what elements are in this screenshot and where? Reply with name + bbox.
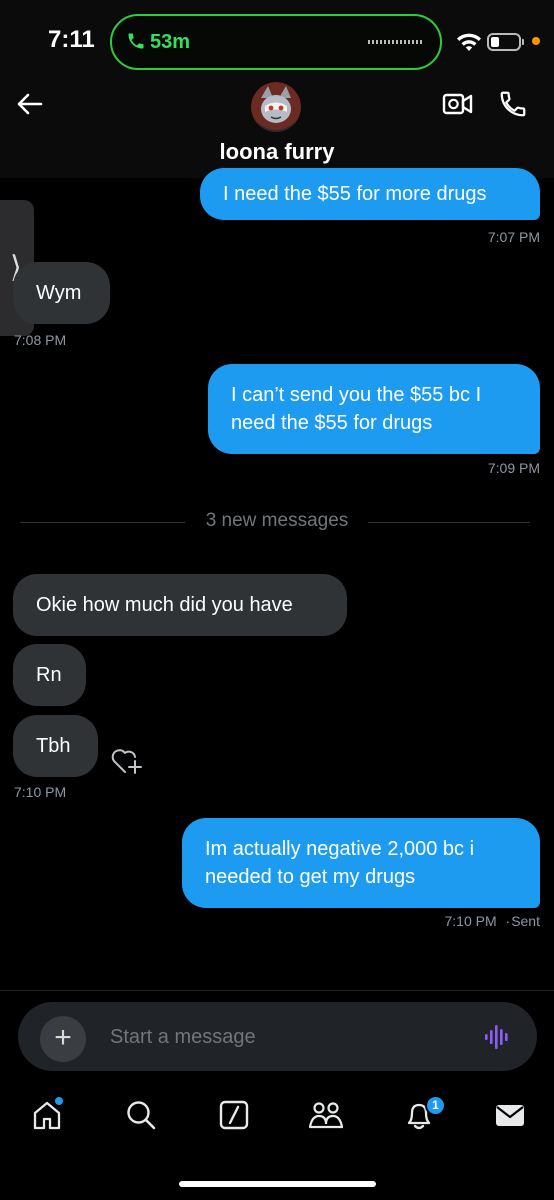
audio-waveform-indicator xyxy=(368,40,424,44)
call-duration: 53m xyxy=(150,31,191,53)
phone-icon xyxy=(126,30,146,57)
message-timestamp: 7:10 PM xyxy=(14,784,67,800)
message-bubble-incoming[interactable]: Wym xyxy=(13,262,110,324)
messages-icon[interactable] xyxy=(494,1098,534,1138)
message-timestamp: 7:10 PM xyxy=(444,913,497,929)
message-text: Okie how much did you have xyxy=(36,594,293,616)
new-messages-divider: 3 new messages xyxy=(205,510,349,531)
active-call-pill[interactable]: 53m xyxy=(110,14,442,70)
phone-call-icon[interactable] xyxy=(498,89,528,124)
message-status: Sent xyxy=(511,913,540,929)
message-input[interactable] xyxy=(110,1022,440,1052)
plus-icon: + xyxy=(54,1021,72,1054)
message-text: Wym xyxy=(36,282,82,304)
home-unread-dot xyxy=(55,1097,63,1105)
message-bubble-incoming[interactable]: Okie how much did you have xyxy=(13,574,347,636)
back-arrow-icon[interactable] xyxy=(14,88,46,120)
add-attachment-button[interactable]: + xyxy=(40,1016,86,1062)
message-composer: + xyxy=(18,1002,537,1071)
message-bubble-incoming[interactable]: Rn xyxy=(13,644,86,706)
message-bubble-outgoing[interactable]: Im actually negative 2,000 bc i needed t… xyxy=(182,818,540,908)
notification-badge: 1 xyxy=(425,1095,446,1116)
add-reaction-heart-icon[interactable] xyxy=(110,746,144,781)
chat-header: 7:11 53m loona furry xyxy=(0,0,554,178)
message-timestamp: 7:07 PM xyxy=(487,229,540,245)
contact-name[interactable]: loona furry xyxy=(0,139,554,165)
message-bubble-outgoing[interactable]: I need the $55 for more drugs xyxy=(200,168,540,220)
message-text: Rn xyxy=(36,664,62,686)
communities-icon[interactable] xyxy=(308,1098,348,1138)
home-icon[interactable] xyxy=(30,1098,70,1138)
message-meta: 7:10 PM ·Sent xyxy=(444,913,540,929)
home-indicator[interactable] xyxy=(179,1181,376,1187)
status-time: 7:11 xyxy=(48,26,95,53)
battery-icon xyxy=(487,33,521,51)
search-icon[interactable] xyxy=(124,1098,164,1138)
video-call-icon[interactable] xyxy=(442,90,474,123)
message-bubble-incoming[interactable]: Tbh xyxy=(13,715,98,777)
message-timestamp: 7:08 PM xyxy=(14,332,67,348)
message-bubble-outgoing[interactable]: I can’t send you the $55 bc I need the $… xyxy=(208,364,540,454)
mic-in-use-indicator xyxy=(532,37,540,45)
message-text: I need the $55 for more drugs xyxy=(223,183,487,205)
message-text: Im actually negative 2,000 bc i needed t… xyxy=(205,838,475,888)
message-timestamp: 7:09 PM xyxy=(487,460,540,476)
grok-icon[interactable] xyxy=(217,1098,257,1138)
avatar[interactable] xyxy=(251,82,301,132)
message-text: I can’t send you the $55 bc I need the $… xyxy=(231,384,482,434)
composer-separator xyxy=(0,990,554,991)
message-text: Tbh xyxy=(36,735,71,757)
battery-nub xyxy=(522,39,524,45)
wifi-icon xyxy=(456,32,482,57)
voice-message-icon[interactable] xyxy=(484,1024,512,1055)
meta-separator: · xyxy=(505,913,511,929)
